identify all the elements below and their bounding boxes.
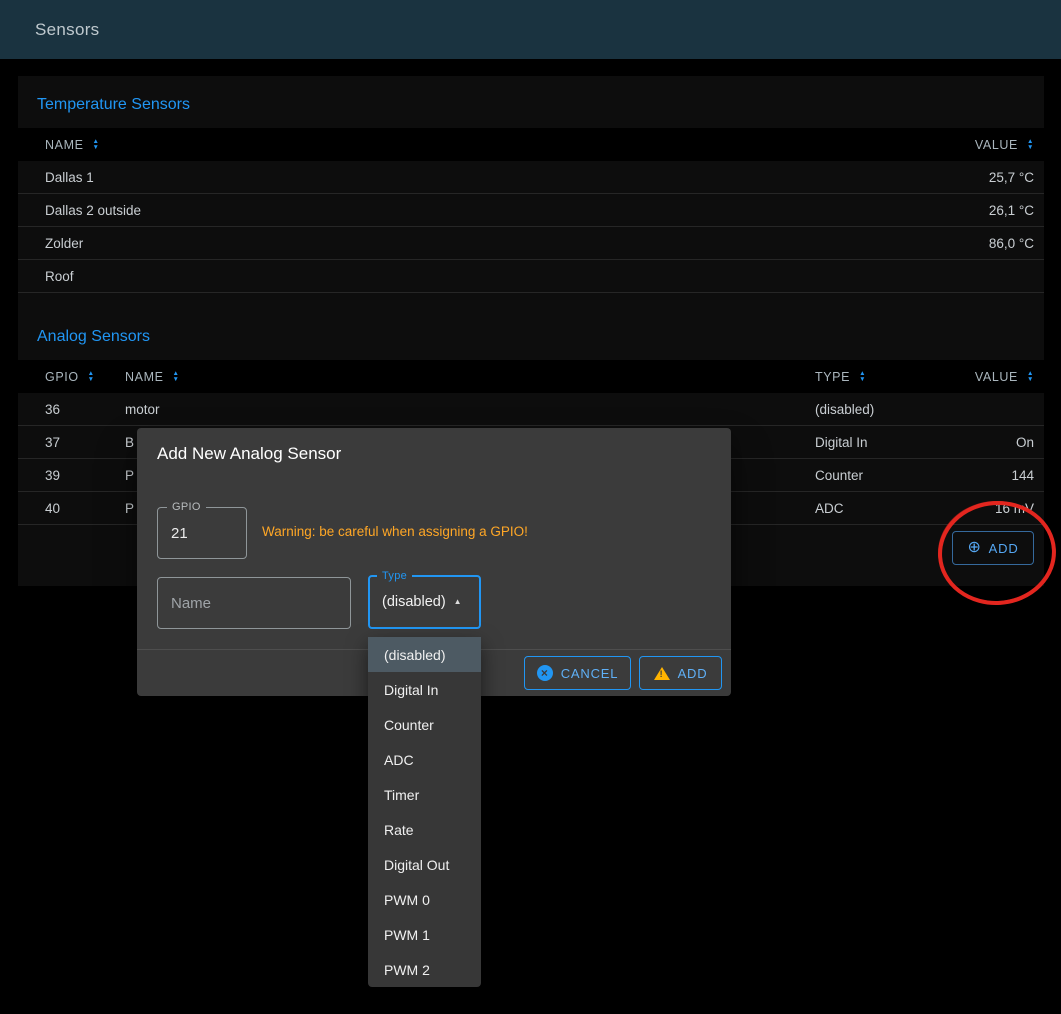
sort-icon[interactable]: ▲▼ bbox=[173, 371, 180, 383]
dropdown-option[interactable]: PWM 2 bbox=[368, 952, 481, 987]
sensor-gpio: 36 bbox=[18, 402, 125, 417]
name-field[interactable] bbox=[157, 577, 351, 629]
column-label: VALUE bbox=[975, 138, 1018, 152]
dialog-add-button[interactable]: ! ADD bbox=[639, 656, 722, 690]
table-row[interactable]: Dallas 2 outside 26,1 °C bbox=[18, 194, 1044, 227]
dropdown-option[interactable]: Digital Out bbox=[368, 847, 481, 882]
temperature-table: NAME ▲▼ VALUE ▲▼ Dallas 1 25,7 °C Dallas… bbox=[18, 128, 1044, 293]
temperature-section-title: Temperature Sensors bbox=[37, 96, 190, 114]
analog-table-header: GPIO ▲▼ NAME ▲▼ TYPE ▲▼ VALUE ▲▼ bbox=[18, 360, 1044, 393]
sensor-name: Zolder bbox=[18, 236, 844, 251]
sensor-name: Roof bbox=[18, 269, 844, 284]
warning-exclamation-glyph: ! bbox=[660, 670, 664, 679]
sort-icon[interactable]: ▲▼ bbox=[1027, 139, 1034, 151]
gpio-field[interactable]: GPIO bbox=[157, 507, 247, 559]
table-row[interactable]: Roof bbox=[18, 260, 1044, 293]
cancel-circle-x-icon: × bbox=[537, 665, 553, 681]
gpio-warning-text: Warning: be careful when assigning a GPI… bbox=[262, 524, 528, 539]
sensor-value: 16 mV bbox=[945, 501, 1044, 516]
cancel-button[interactable]: × CANCEL bbox=[524, 656, 631, 690]
type-dropdown-menu: (disabled) Digital In Counter ADC Timer … bbox=[368, 637, 481, 987]
dropdown-option[interactable]: Timer bbox=[368, 777, 481, 812]
column-header-value[interactable]: VALUE ▲▼ bbox=[844, 138, 1044, 152]
sensor-type: Counter bbox=[815, 468, 945, 483]
dialog-title: Add New Analog Sensor bbox=[157, 444, 341, 464]
sensor-value: 25,7 °C bbox=[844, 170, 1044, 185]
add-button-label: ADD bbox=[989, 541, 1019, 556]
column-header-name[interactable]: NAME ▲▼ bbox=[125, 370, 815, 384]
sensor-type: (disabled) bbox=[815, 402, 945, 417]
dropdown-option[interactable]: PWM 0 bbox=[368, 882, 481, 917]
column-header-type[interactable]: TYPE ▲▼ bbox=[815, 370, 945, 384]
table-row[interactable]: Zolder 86,0 °C bbox=[18, 227, 1044, 260]
gpio-input[interactable] bbox=[158, 508, 246, 558]
sensor-type: ADC bbox=[815, 501, 945, 516]
sort-icon[interactable]: ▲▼ bbox=[1027, 371, 1034, 383]
sensor-value: 86,0 °C bbox=[844, 236, 1044, 251]
name-input[interactable] bbox=[158, 578, 350, 628]
analog-section-title: Analog Sensors bbox=[37, 328, 150, 346]
sensor-gpio: 39 bbox=[18, 468, 125, 483]
page-title: Sensors bbox=[35, 20, 99, 40]
temperature-table-header: NAME ▲▼ VALUE ▲▼ bbox=[18, 128, 1044, 161]
cancel-button-label: CANCEL bbox=[561, 666, 619, 681]
sensor-type: Digital In bbox=[815, 435, 945, 450]
sensor-value: On bbox=[945, 435, 1044, 450]
add-circle-icon: ⊕ bbox=[967, 540, 981, 556]
column-label: VALUE bbox=[975, 370, 1018, 384]
column-header-gpio[interactable]: GPIO ▲▼ bbox=[18, 370, 125, 384]
sensor-name: Dallas 2 outside bbox=[18, 203, 844, 218]
app-header: Sensors bbox=[0, 0, 1061, 59]
type-select-label: Type bbox=[377, 570, 412, 583]
sensor-gpio: 37 bbox=[18, 435, 125, 450]
sensor-name: Dallas 1 bbox=[18, 170, 844, 185]
sort-icon[interactable]: ▲▼ bbox=[88, 371, 95, 383]
column-header-value[interactable]: VALUE ▲▼ bbox=[945, 370, 1044, 384]
dropdown-option[interactable]: Counter bbox=[368, 707, 481, 742]
type-selected-value: (disabled) bbox=[382, 594, 446, 610]
caret-up-icon: ▲ bbox=[454, 598, 462, 606]
column-label: TYPE bbox=[815, 370, 850, 384]
sensor-name: motor bbox=[125, 402, 815, 417]
dropdown-option[interactable]: Digital In bbox=[368, 672, 481, 707]
dialog-add-button-label: ADD bbox=[678, 666, 708, 681]
dropdown-option[interactable]: PWM 1 bbox=[368, 917, 481, 952]
sensor-value: 26,1 °C bbox=[844, 203, 1044, 218]
dropdown-option[interactable]: Rate bbox=[368, 812, 481, 847]
sensor-value: 144 bbox=[945, 468, 1044, 483]
add-analog-sensor-button[interactable]: ⊕ ADD bbox=[952, 531, 1034, 565]
table-row[interactable]: 36 motor (disabled) bbox=[18, 393, 1044, 426]
column-label: GPIO bbox=[45, 370, 79, 384]
dropdown-option[interactable]: (disabled) bbox=[368, 637, 481, 672]
table-row[interactable]: Dallas 1 25,7 °C bbox=[18, 161, 1044, 194]
column-header-name[interactable]: NAME ▲▼ bbox=[18, 138, 844, 152]
type-select[interactable]: Type (disabled) ▲ bbox=[368, 575, 481, 629]
column-label: NAME bbox=[125, 370, 164, 384]
dropdown-option[interactable]: ADC bbox=[368, 742, 481, 777]
gpio-field-label: GPIO bbox=[167, 501, 206, 514]
sort-icon[interactable]: ▲▼ bbox=[859, 371, 866, 383]
sensor-gpio: 40 bbox=[18, 501, 125, 516]
column-label: NAME bbox=[45, 138, 84, 152]
warning-triangle-icon: ! bbox=[654, 667, 670, 680]
sort-icon[interactable]: ▲▼ bbox=[93, 139, 100, 151]
